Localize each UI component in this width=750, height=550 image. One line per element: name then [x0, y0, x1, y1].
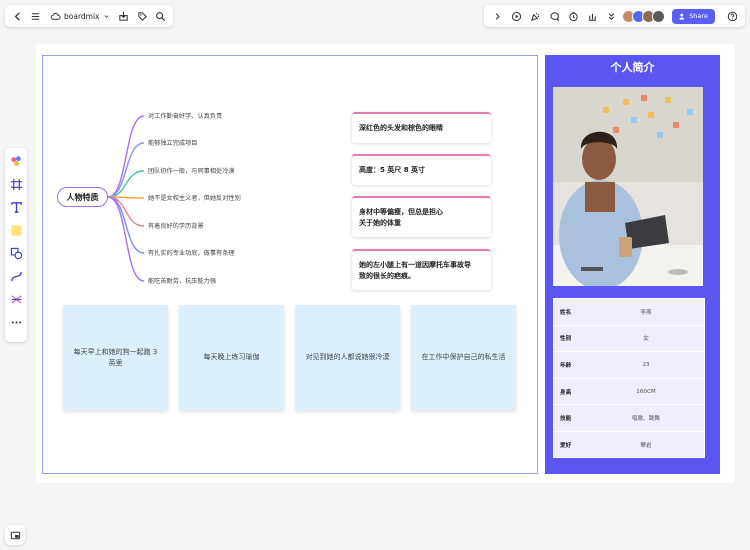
sticky-text: 对见到她的人都说她很冷漠 [305, 353, 390, 361]
mindmap-root[interactable]: 人物特质 [57, 187, 108, 207]
comment-icon[interactable] [545, 7, 563, 25]
search-icon[interactable] [153, 7, 170, 25]
back-icon[interactable] [9, 7, 26, 25]
chevron-down-icon [103, 14, 109, 18]
play-icon[interactable] [507, 7, 525, 25]
row-key: 爱好 [560, 443, 572, 450]
row-value[interactable]: 攀岩 [608, 441, 704, 449]
sticky-note[interactable]: 在工作中保护自己的私生活 [411, 305, 516, 410]
row-key: 性别 [560, 336, 572, 343]
mindmap-branch[interactable]: 有扎实的专业功底，做事有条理 [148, 248, 235, 257]
minimap-button[interactable] [5, 525, 25, 545]
timer-icon[interactable] [564, 7, 582, 25]
trait-card[interactable]: 高度：5 英尺 8 英寸 [352, 154, 491, 185]
trait-card[interactable]: 深红色的头发和棕色的眼睛 [352, 112, 491, 143]
trait-text: 身材中等偏瘦，但总是担心 关于她的体重 [359, 207, 443, 227]
help-icon[interactable] [723, 7, 741, 25]
avatar [652, 9, 665, 23]
row-value[interactable]: 唱歌、跳舞 [608, 414, 704, 422]
sticky-text: 在工作中保护自己的私生活 [421, 353, 506, 361]
share-label: Share [689, 12, 708, 20]
download-icon[interactable] [116, 7, 133, 25]
mindmap-branch[interactable]: 对工作勤奋好学、认真负责 [148, 111, 222, 120]
row-key: 身高 [560, 389, 572, 396]
board-title[interactable]: boardmix [46, 11, 114, 22]
collapse-icon[interactable] [488, 7, 506, 25]
mindmap-branch[interactable]: 能够独立完成项目 [148, 138, 198, 147]
mindmap-branch[interactable]: 她不是女权主义者，但她反对性别 [148, 193, 241, 202]
trait-card[interactable]: 她的左小腿上有一道因摩托车事故导 致的很长的疤痕。 [352, 249, 491, 290]
creation-toolbar [5, 148, 27, 342]
user-plus-icon [679, 13, 685, 20]
profile-panel[interactable]: 个人简介 姓名 李燕 性别 女 年龄 23 身高 160CM 技能 唱歌、跳舞 爱好 攀岩 [545, 55, 720, 474]
table-row: 技能 唱歌、跳舞 [554, 405, 704, 432]
mindmap-branch[interactable]: 能吃苦耐劳，抗压能力强 [148, 276, 216, 285]
menu-icon[interactable] [28, 7, 45, 25]
tag-icon[interactable] [134, 7, 151, 25]
mindmap-icon[interactable] [8, 290, 24, 308]
table-row: 性别 女 [554, 326, 704, 353]
sticky-text: 每天早上和她的狗一起跑 3 英里 [73, 347, 158, 367]
table-row: 爱好 攀岩 [554, 432, 704, 459]
row-key: 年龄 [560, 362, 572, 369]
share-button[interactable]: Share [672, 8, 715, 24]
row-value[interactable]: 23 [608, 362, 704, 368]
sticky-note[interactable]: 每天早上和她的狗一起跑 3 英里 [63, 305, 168, 410]
mindmap-branch[interactable]: 有着良好的学历背景 [148, 221, 204, 230]
trait-text: 她的左小腿上有一道因摩托车事故导 致的很长的疤痕。 [359, 260, 471, 280]
shape-icon[interactable] [8, 244, 24, 262]
sticky-note[interactable]: 对见到她的人都说她很冷漠 [295, 305, 400, 410]
frame-icon[interactable] [8, 175, 24, 193]
celebrate-icon[interactable] [526, 7, 544, 25]
minimap-icon [10, 531, 20, 539]
profile-info-table: 姓名 李燕 性别 女 年龄 23 身高 160CM 技能 唱歌、跳舞 爱好 攀岩 [553, 298, 705, 458]
vote-icon[interactable] [583, 7, 601, 25]
collaborators[interactable] [622, 9, 665, 23]
woman-with-tablet-image [553, 87, 703, 286]
mindmap-branch[interactable]: 团队协作一般，与同事相处冷漠 [148, 166, 235, 175]
connector-icon[interactable] [8, 267, 24, 285]
row-key: 技能 [560, 416, 572, 423]
trait-card[interactable]: 身材中等偏瘦，但总是担心 关于她的体重 [352, 196, 491, 237]
templates-icon[interactable] [8, 152, 24, 170]
top-right-toolbar: Share [484, 5, 745, 27]
table-row: 身高 160CM [554, 379, 704, 406]
brand-name: boardmix [64, 11, 100, 21]
sticky-note[interactable]: 每天晚上练习瑜伽 [179, 305, 284, 410]
trait-text: 高度：5 英尺 8 英寸 [359, 166, 426, 174]
profile-title: 个人简介 [610, 61, 655, 74]
more-icon[interactable] [8, 313, 24, 331]
sticky-text: 每天晚上练习瑜伽 [203, 353, 260, 361]
profile-photo[interactable] [553, 87, 703, 286]
table-row: 年龄 23 [554, 352, 704, 379]
row-value[interactable]: 女 [608, 334, 704, 342]
row-key: 姓名 [560, 309, 572, 316]
table-row: 姓名 李燕 [554, 299, 704, 326]
more-chevron-icon[interactable] [602, 7, 620, 25]
row-value[interactable]: 李燕 [608, 308, 704, 316]
trait-text: 深红色的头发和棕色的眼睛 [359, 124, 443, 132]
row-value[interactable]: 160CM [608, 389, 704, 395]
sticky-note-icon[interactable] [8, 221, 24, 239]
cloud-icon [50, 12, 61, 20]
top-left-toolbar: boardmix [5, 5, 173, 27]
text-icon[interactable] [8, 198, 24, 216]
